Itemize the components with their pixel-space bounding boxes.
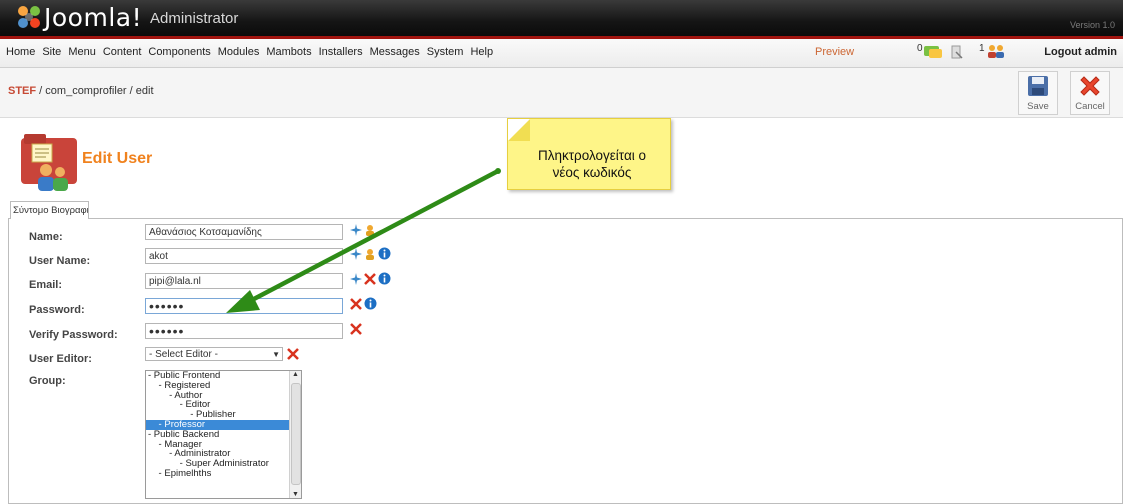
annotation-arrow (226, 168, 501, 313)
